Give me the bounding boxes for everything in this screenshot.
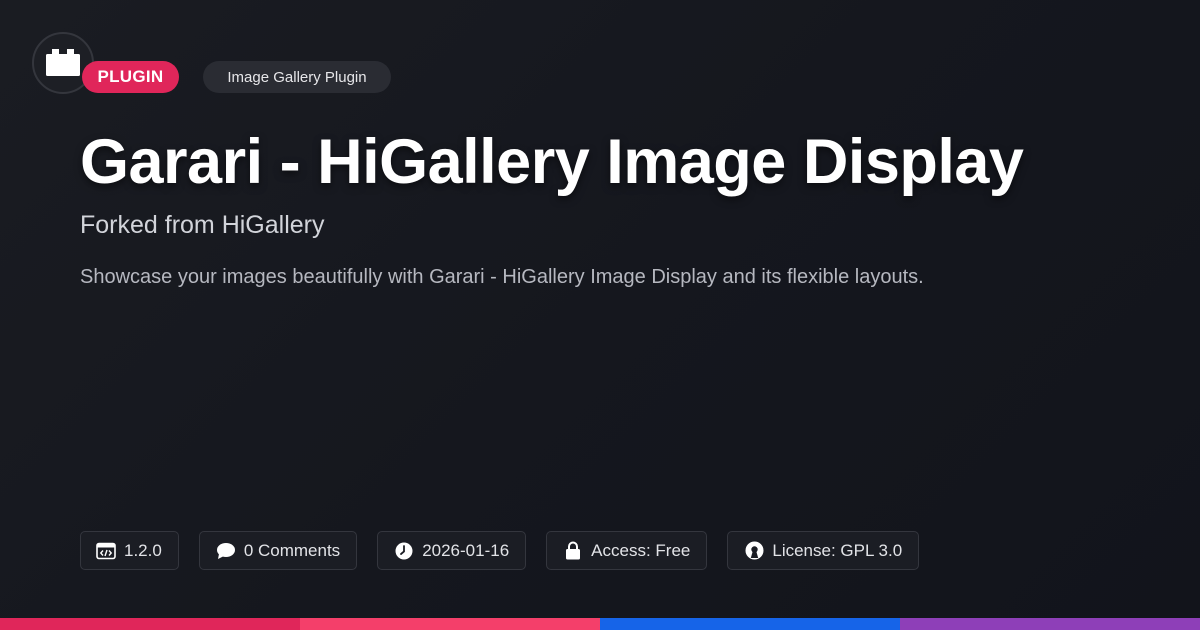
comments-text: 0 Comments: [243, 540, 341, 560]
page-description: Showcase your images beautifully with Ga…: [80, 266, 924, 288]
clock-icon: [394, 541, 414, 561]
page-title: Garari - HiGallery Image Display: [80, 127, 1024, 197]
version-text: 1.2.0: [124, 540, 162, 560]
page-subtitle: Forked from HiGallery: [80, 211, 325, 239]
color-bar-segment: [0, 618, 300, 630]
plugin-brick-icon: [46, 49, 80, 76]
comments-chip[interactable]: 0 Comments: [198, 531, 358, 570]
plugin-type-badge: PLUGIN: [82, 61, 179, 93]
access-text: Access: Free: [591, 540, 691, 560]
open-source-icon: [744, 541, 764, 561]
date-text: 2026-01-16: [422, 540, 510, 560]
access-chip: Access: Free: [546, 531, 708, 570]
speech-bubble-icon: [216, 541, 236, 561]
brand-color-bar: [0, 618, 1200, 630]
category-badge[interactable]: Image Gallery Plugin: [203, 61, 391, 93]
color-bar-segment: [900, 618, 1200, 630]
color-bar-segment: [600, 618, 900, 630]
license-chip: License: GPL 3.0: [727, 531, 920, 570]
lock-icon: [563, 541, 583, 561]
version-chip: 1.2.0: [80, 531, 179, 570]
color-bar-segment: [300, 618, 600, 630]
license-text: License: GPL 3.0: [772, 540, 903, 560]
date-chip: 2026-01-16: [377, 531, 527, 570]
code-window-icon: [96, 541, 116, 561]
meta-row: 1.2.0 0 Comments 2026-01-16 Access: Free: [80, 531, 920, 570]
